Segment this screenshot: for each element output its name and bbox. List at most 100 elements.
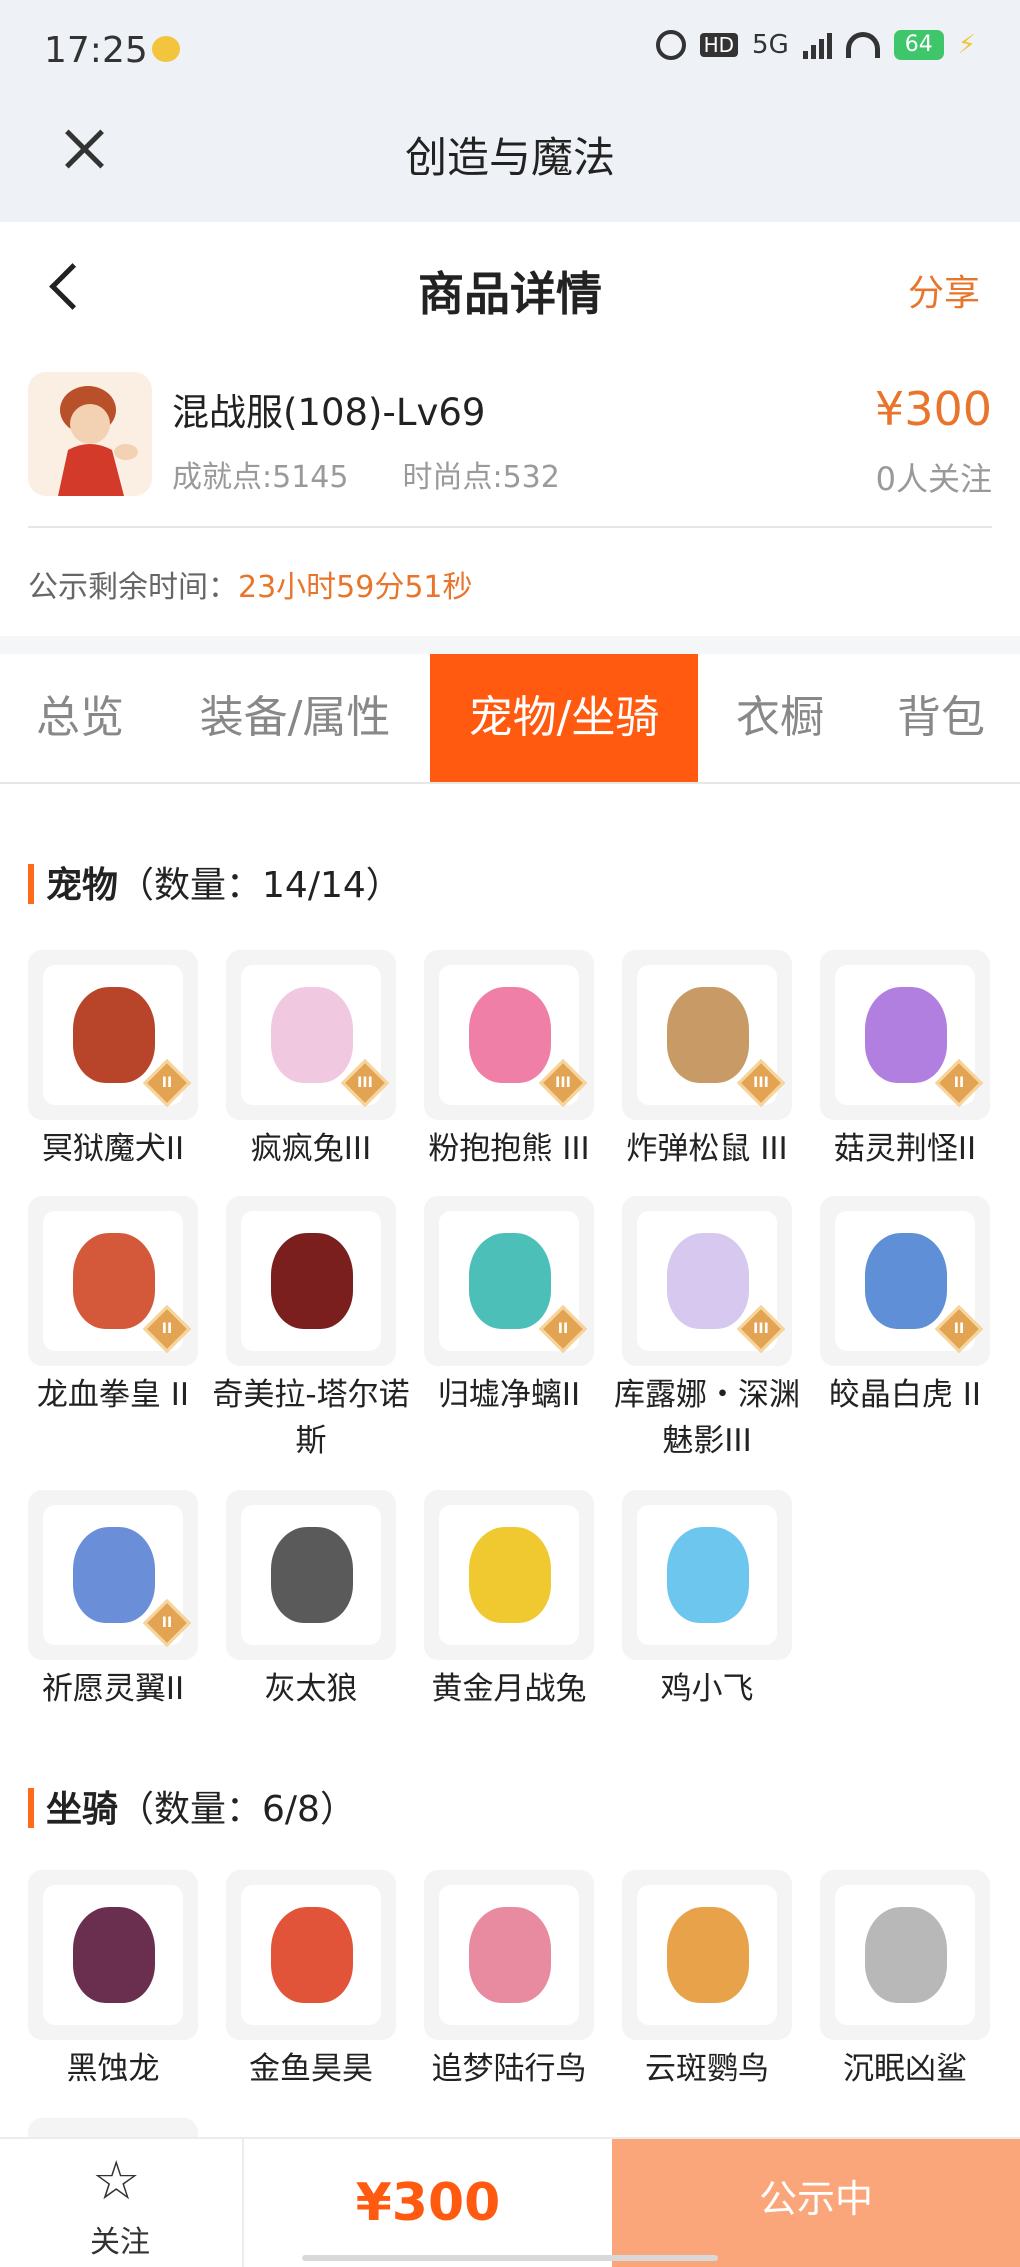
pet-image: III: [226, 950, 396, 1120]
pet-image: II: [28, 1490, 198, 1660]
countdown-value: 23小时59分51秒: [238, 570, 473, 605]
tab-bar: 总览 装备/属性 宠物/坐骑 衣橱 背包: [0, 654, 1020, 784]
wifi-icon: [845, 32, 880, 58]
pet-item[interactable]: II 菇灵荆怪II: [820, 950, 990, 1172]
publicity-countdown: 公示剩余时间：23小时59分51秒: [28, 562, 473, 606]
pet-image: II: [820, 950, 990, 1120]
pets-count: （数量：14/14）: [118, 865, 402, 906]
network-label: 5G: [752, 30, 789, 60]
alarm-icon: [655, 30, 686, 60]
status-bar: 17:25 HD 5G 64 ⚡: [0, 0, 1020, 100]
follow-label: 关注: [90, 2225, 150, 2260]
pets-title: 宠物: [46, 865, 119, 906]
pet-image: [226, 1196, 396, 1366]
pet-item[interactable]: II 龙血拳皇 II: [28, 1196, 198, 1418]
pet-image: III: [424, 950, 594, 1120]
mount-name: 黑蚀龙: [66, 2051, 160, 2087]
pet-image: II: [28, 1196, 198, 1366]
follow-button[interactable]: ☆ 关注: [0, 2139, 240, 2267]
pet-item[interactable]: II 冥狱魔犬II: [28, 950, 198, 1172]
pet-name: 归墟净螭II: [437, 1377, 581, 1413]
mount-item[interactable]: 沉眠凶鲨: [820, 1870, 990, 2092]
pet-name: 炸弹松鼠 III: [626, 1131, 788, 1167]
battery-icon: 64: [893, 30, 944, 60]
status-icons: HD 5G 64 ⚡: [655, 30, 976, 60]
home-indicator: [302, 2255, 718, 2261]
pet-item[interactable]: II 归墟净螭II: [424, 1196, 594, 1418]
mount-image: [622, 1870, 792, 2040]
product-summary: 混战服(108)-Lv69 成就点:5145 时尚点:532 ¥300 0人关注: [28, 372, 992, 528]
divider: [28, 526, 992, 528]
pet-item[interactable]: 黄金月战兔: [424, 1490, 594, 1712]
product-price: ¥300: [874, 382, 992, 436]
mount-image: [820, 1870, 990, 2040]
pet-name: 皎晶白虎 II: [828, 1377, 982, 1413]
achievement-points: 成就点:5145: [172, 460, 349, 495]
pet-item[interactable]: II 祈愿灵翼II: [28, 1490, 198, 1712]
mount-name: 追梦陆行鸟: [431, 2051, 587, 2087]
pet-image: II: [820, 1196, 990, 1366]
pet-name: 龙血拳皇 II: [36, 1377, 190, 1413]
product-name: 混战服(108)-Lv69: [172, 391, 486, 434]
mount-item[interactable]: 追梦陆行鸟: [424, 1870, 594, 2092]
pet-name: 灰太狼: [264, 1671, 358, 1707]
mounts-count: （数量：6/8）: [118, 1789, 356, 1830]
mount-image: [226, 1870, 396, 2040]
mounts-title: 坐骑: [46, 1789, 119, 1830]
pet-image: [622, 1490, 792, 1660]
mount-item[interactable]: 金鱼昊昊: [226, 1870, 396, 2092]
pet-name: 黄金月战兔: [431, 1671, 587, 1707]
mount-name: 金鱼昊昊: [249, 2051, 373, 2087]
mounts-section-title: 坐骑（数量：6/8）: [28, 1780, 356, 1832]
pet-image: II: [424, 1196, 594, 1366]
tab-pets-mounts[interactable]: 宠物/坐骑: [430, 654, 698, 782]
pet-item[interactable]: III 疯疯兔III: [226, 950, 396, 1172]
tab-wardrobe[interactable]: 衣橱: [710, 654, 850, 782]
mount-image: [424, 1870, 594, 2040]
pet-name: 库露娜・深渊魅影III: [614, 1377, 800, 1459]
charging-icon: ⚡: [957, 30, 976, 60]
character-avatar: [28, 372, 152, 496]
follower-count: 0人关注: [875, 460, 992, 498]
pet-name: 疯疯兔III: [250, 1131, 372, 1167]
share-button[interactable]: 分享: [908, 264, 980, 316]
pet-image: [226, 1490, 396, 1660]
pet-image: [424, 1490, 594, 1660]
tab-backpack[interactable]: 背包: [862, 654, 1020, 782]
pet-item[interactable]: III 炸弹松鼠 III: [622, 950, 792, 1172]
pet-image: II: [28, 950, 198, 1120]
pet-item[interactable]: III 库露娜・深渊魅影III: [614, 1196, 800, 1464]
tab-equipment[interactable]: 装备/属性: [172, 654, 418, 782]
bottom-bar: ☆ 关注 ¥300 公示中: [0, 2137, 1020, 2267]
app-notification-icon: [152, 36, 180, 62]
pet-item[interactable]: 鸡小飞: [622, 1490, 792, 1712]
pet-item[interactable]: II 皎晶白虎 II: [820, 1196, 990, 1418]
mount-image: [28, 1870, 198, 2040]
pet-name: 奇美拉-塔尔诺斯: [212, 1377, 410, 1459]
pet-item[interactable]: III 粉抱抱熊 III: [424, 950, 594, 1172]
mount-item[interactable]: 黑蚀龙: [28, 1870, 198, 2092]
countdown-label: 公示剩余时间：: [28, 570, 238, 605]
pet-item[interactable]: 灰太狼: [226, 1490, 396, 1712]
mount-name: 云斑鹦鸟: [645, 2051, 769, 2087]
pet-item[interactable]: 奇美拉-塔尔诺斯: [212, 1196, 410, 1464]
signal-icon: [802, 31, 832, 59]
page-nav: 商品详情 分享: [0, 222, 1020, 352]
pet-name: 祈愿灵翼II: [41, 1671, 185, 1707]
list-item: [28, 2118, 198, 2138]
mount-item[interactable]: 云斑鹦鸟: [622, 1870, 792, 2092]
tab-overview[interactable]: 总览: [0, 654, 160, 782]
page-title: 商品详情: [418, 267, 602, 321]
bottom-price: ¥300: [355, 2173, 501, 2233]
product-stats: 成就点:5145 时尚点:532: [172, 452, 560, 496]
pet-image: III: [622, 950, 792, 1120]
pet-name: 菇灵荆怪II: [833, 1131, 977, 1167]
status-time: 17:25: [44, 30, 148, 71]
pet-name: 冥狱魔犬II: [41, 1131, 185, 1167]
star-icon: ☆: [92, 2149, 141, 2212]
fashion-points: 时尚点:532: [402, 460, 560, 495]
app-title: 创造与魔法: [404, 133, 615, 182]
mount-name: 沉眠凶鲨: [843, 2051, 967, 2087]
publicity-status-button[interactable]: 公示中: [612, 2139, 1020, 2267]
pet-name: 粉抱抱熊 III: [428, 1131, 590, 1167]
